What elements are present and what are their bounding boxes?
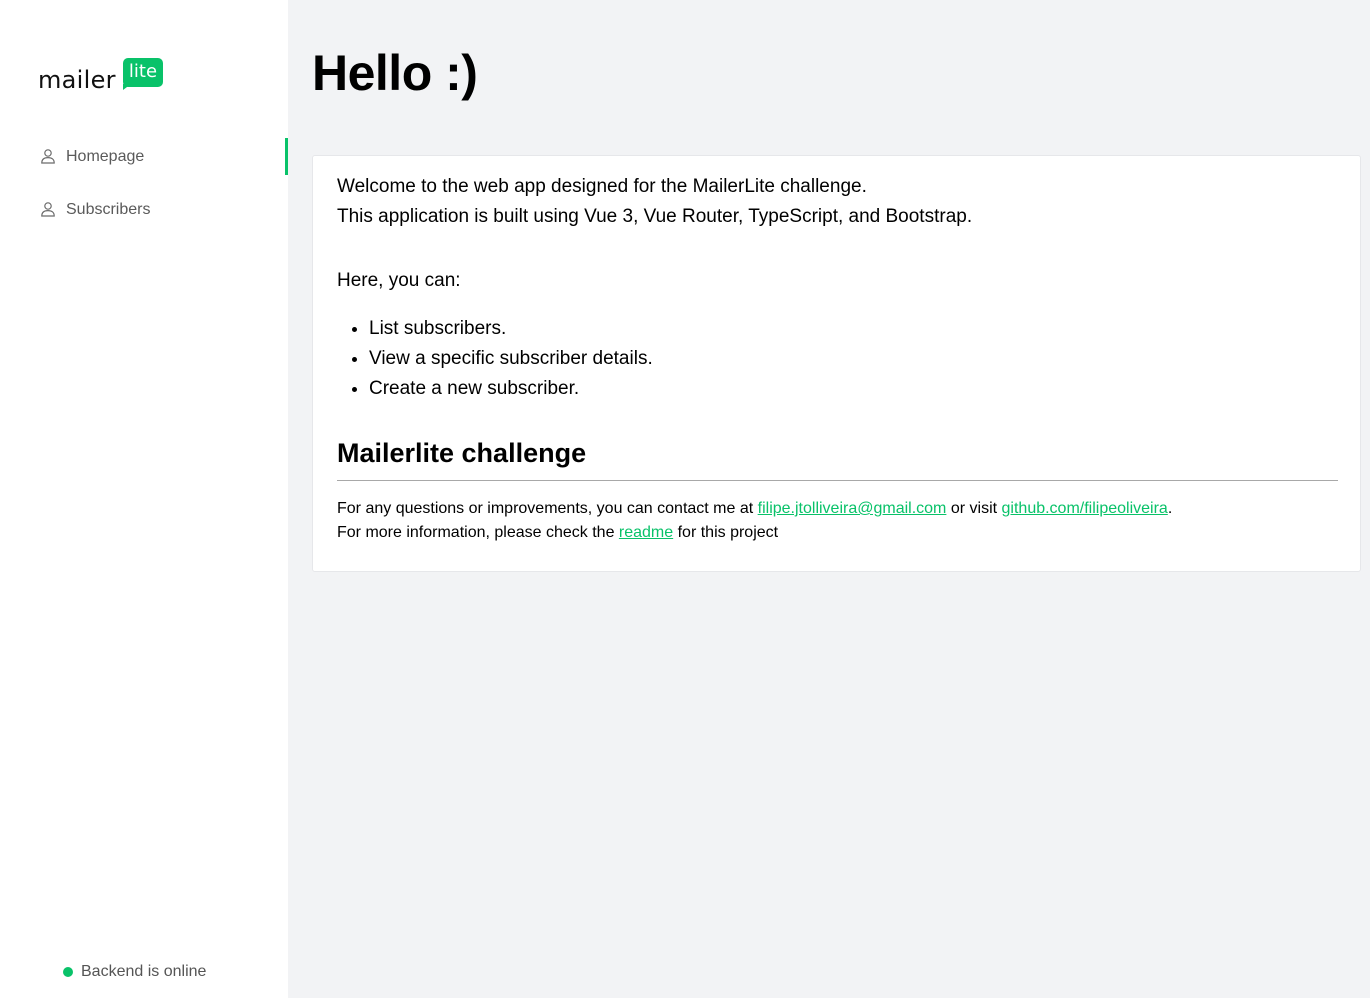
sidebar: mailer lite Homepage Subscribers Backend… bbox=[0, 0, 288, 998]
user-icon bbox=[40, 148, 56, 164]
page-title: Hello :) bbox=[312, 45, 478, 101]
readme-link[interactable]: readme bbox=[619, 524, 673, 541]
features-list: List subscribers. View a specific subscr… bbox=[337, 314, 653, 404]
readme-line: For more information, please check the r… bbox=[337, 521, 1172, 545]
github-link[interactable]: github.com/filipeoliveira bbox=[1002, 500, 1168, 517]
status-dot-icon bbox=[63, 967, 73, 977]
readme-prefix: For more information, please check the bbox=[337, 524, 619, 541]
sidebar-item-label: Homepage bbox=[66, 148, 145, 165]
logo-wordmark: mailer bbox=[38, 66, 116, 94]
mailerlite-logo[interactable]: mailer lite bbox=[38, 58, 168, 94]
sidebar-item-subscribers[interactable]: Subscribers bbox=[0, 191, 288, 228]
features-heading: Here, you can: bbox=[337, 270, 461, 291]
logo-badge-tail bbox=[123, 84, 131, 90]
welcome-card: Welcome to the web app designed for the … bbox=[312, 155, 1361, 572]
email-link[interactable]: filipe.jtolliveira@gmail.com bbox=[758, 500, 947, 517]
section-title: Mailerlite challenge bbox=[337, 438, 587, 468]
status-text: Backend is online bbox=[81, 963, 207, 980]
intro-text: Welcome to the web app designed for the … bbox=[337, 172, 972, 232]
contact-line: For any questions or improvements, you c… bbox=[337, 497, 1172, 521]
main-content: Hello :) Welcome to the web app designed… bbox=[288, 0, 1370, 998]
list-item: Create a new subscriber. bbox=[369, 374, 653, 404]
intro-line-1: Welcome to the web app designed for the … bbox=[337, 176, 867, 197]
user-icon bbox=[40, 201, 56, 217]
contact-prefix: For any questions or improvements, you c… bbox=[337, 500, 758, 517]
backend-status: Backend is online bbox=[63, 962, 206, 982]
sidebar-item-label: Subscribers bbox=[66, 201, 151, 218]
contact-middle: or visit bbox=[946, 500, 1002, 517]
readme-suffix: for this project bbox=[673, 524, 779, 541]
sidebar-item-homepage[interactable]: Homepage bbox=[0, 138, 288, 175]
intro-line-2: This application is built using Vue 3, V… bbox=[337, 206, 973, 227]
list-item: View a specific subscriber details. bbox=[369, 344, 653, 374]
logo-badge: lite bbox=[123, 58, 163, 87]
contact-suffix: . bbox=[1167, 500, 1173, 517]
list-item: List subscribers. bbox=[369, 314, 653, 344]
contact-info: For any questions or improvements, you c… bbox=[337, 497, 1172, 545]
divider bbox=[337, 480, 1338, 481]
app-root: mailer lite Homepage Subscribers Backend… bbox=[0, 0, 1370, 998]
